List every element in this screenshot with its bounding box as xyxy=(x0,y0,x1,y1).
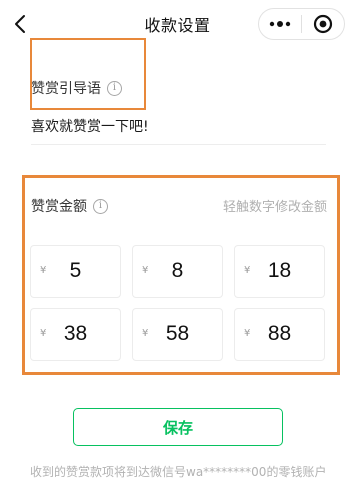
more-dots-icon xyxy=(269,21,291,27)
circle-target-icon xyxy=(313,14,333,34)
guide-text-field[interactable]: 喜欢就赞赏一下吧! xyxy=(31,116,149,136)
footer-note: 收到的赞赏款项将到达微信号wa********00的零钱账户 xyxy=(30,465,327,479)
more-button[interactable] xyxy=(259,9,301,39)
highlight-box xyxy=(22,175,340,375)
close-button[interactable] xyxy=(302,9,344,39)
mini-program-capsule xyxy=(258,8,345,40)
save-button[interactable]: 保存 xyxy=(73,408,283,446)
divider xyxy=(31,144,326,145)
reward-settings-page: 收款设置 赞赏引导语 i 喜欢就赞赏一下吧! 赞赏金额 i 轻触数字修改金额 ¥… xyxy=(0,0,355,495)
highlight-box xyxy=(30,38,146,110)
